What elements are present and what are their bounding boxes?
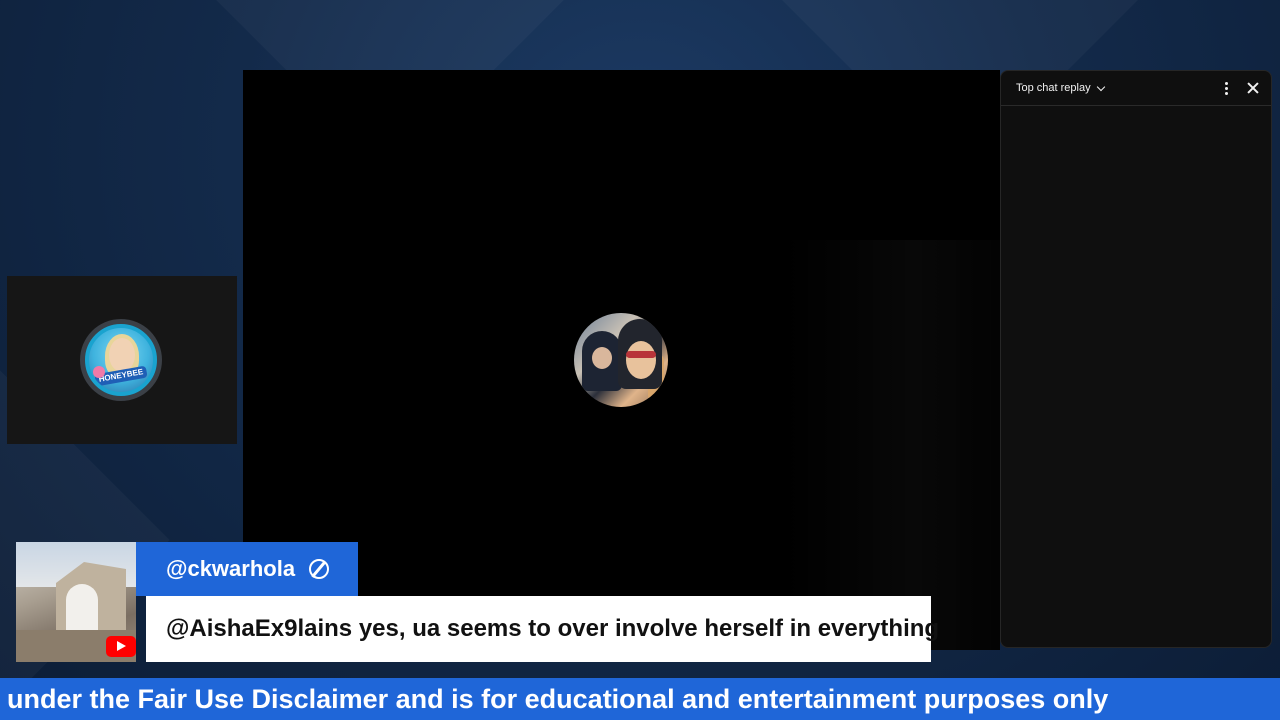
youtube-logo-icon [106, 636, 136, 657]
participant-avatar: HONEYBEE [80, 319, 162, 401]
ticker-text: under the Fair Use Disclaimer and is for… [7, 684, 1109, 714]
chat-title-label: Top chat replay [1016, 82, 1091, 94]
chat-mode-dropdown[interactable]: Top chat replay [1016, 82, 1105, 94]
close-icon[interactable] [1245, 80, 1261, 96]
commenter-name-box: @ckwarhola [136, 542, 358, 596]
commenter-username: @ckwarhola [166, 556, 296, 581]
more-vert-icon[interactable] [1221, 82, 1231, 96]
chat-header: Top chat replay [1001, 71, 1271, 106]
chat-panel: Top chat replay [1000, 70, 1272, 648]
chevron-down-icon [1096, 82, 1105, 91]
comment-message-box: @AishaEx9lains yes, ua seems to over inv… [146, 596, 939, 662]
disclaimer-ticker: under the Fair Use Disclaimer and is for… [0, 678, 1280, 720]
participant-tile[interactable]: HONEYBEE [7, 276, 237, 444]
comment-message: @AishaEx9lains yes, ua seems to over inv… [166, 615, 940, 642]
speaker-avatar [574, 313, 668, 407]
blocked-icon [309, 559, 330, 579]
video-shade [783, 240, 1000, 650]
